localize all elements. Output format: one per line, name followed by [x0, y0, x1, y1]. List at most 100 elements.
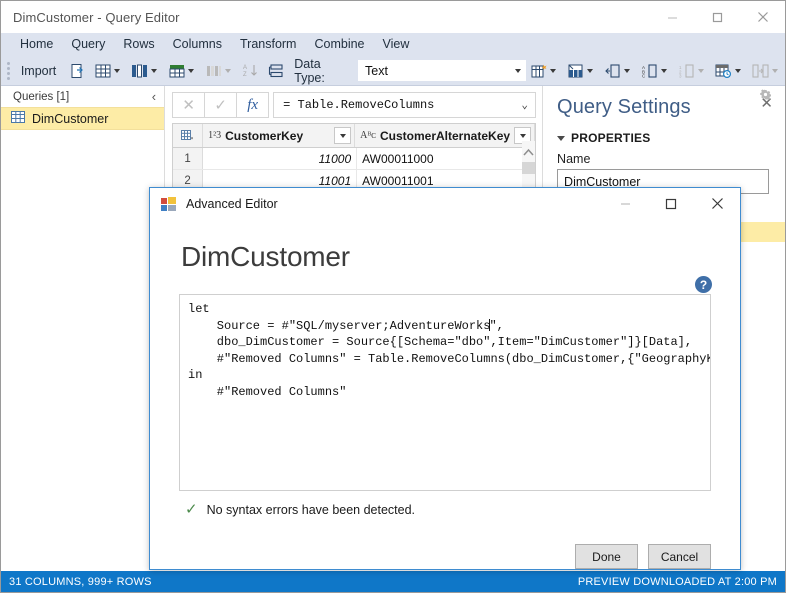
dialog-body: DimCustomer ? let Source = #"SQL/myserve… — [150, 219, 740, 523]
code-line-4: #"Removed Columns" = Table.RemoveColumns… — [188, 351, 711, 366]
queries-header-label: Queries [1] — [13, 91, 70, 103]
table-row[interactable]: 1 11000 AW00011000 — [173, 148, 536, 170]
chevron-down-icon[interactable] — [624, 68, 630, 73]
select-all-columns-button[interactable] — [173, 124, 204, 147]
remove-columns-button[interactable] — [127, 58, 164, 83]
close-button[interactable] — [740, 1, 785, 33]
keep-rows-icon — [167, 61, 186, 80]
merge-columns-button[interactable] — [563, 58, 600, 83]
query-settings-header: Query Settings ✕ — [543, 86, 785, 119]
formula-input[interactable]: = Table.RemoveColumns ⌄ — [273, 92, 537, 118]
formula-input-value: = Table.RemoveColumns — [283, 98, 435, 112]
keep-rows-button[interactable] — [164, 58, 201, 83]
tab-columns[interactable]: Columns — [164, 33, 231, 56]
query-settings-title: Query Settings — [557, 96, 691, 118]
dialog-maximize-button[interactable] — [648, 188, 694, 219]
chevron-down-icon[interactable] — [114, 68, 121, 73]
code-line-2b: ", — [489, 318, 504, 333]
chevron-down-icon[interactable] — [515, 68, 521, 73]
chevron-down-icon[interactable] — [151, 68, 158, 73]
open-file-icon — [68, 61, 87, 80]
transform-text-button[interactable] — [600, 58, 637, 83]
code-line-5: in — [188, 368, 203, 382]
column-filter-button[interactable] — [334, 127, 352, 144]
chevron-down-icon[interactable] — [188, 68, 195, 73]
row-number: 1 — [173, 148, 204, 169]
maximize-button[interactable] — [695, 1, 740, 33]
dialog-window-controls — [602, 188, 740, 219]
code-line-6: #"Removed Columns" — [188, 384, 347, 399]
name-label: Name — [557, 152, 591, 166]
syntax-status-message: No syntax errors have been detected. — [206, 503, 416, 517]
import-label: Import — [20, 63, 57, 78]
chevron-down-icon[interactable] — [550, 68, 556, 73]
column-type-text-icon: Aᴮᴄ — [360, 130, 376, 141]
formula-bar: ✕ ✓ fx = Table.RemoveColumns ⌄ — [172, 92, 537, 118]
status-left-text: 31 COLUMNS, 999+ ROWS — [9, 575, 152, 588]
open-file-button[interactable] — [65, 58, 90, 83]
chevron-down-icon[interactable] — [587, 68, 593, 73]
chevron-down-icon — [772, 68, 778, 73]
number-column-icon: 123 — [677, 61, 696, 80]
minimize-button[interactable] — [650, 1, 695, 33]
column-header-customeralternatekey[interactable]: Aᴮᴄ CustomerAlternateKey — [355, 124, 536, 147]
scroll-up-icon[interactable] — [522, 143, 535, 161]
done-button[interactable]: Done — [575, 544, 638, 569]
chevron-down-icon — [225, 68, 232, 73]
tab-home[interactable]: Home — [11, 33, 62, 56]
dialog-title: Advanced Editor — [186, 196, 278, 211]
tab-transform[interactable]: Transform — [231, 33, 306, 56]
status-bar: 31 COLUMNS, 999+ ROWS PREVIEW DOWNLOADED… — [1, 571, 785, 592]
formula-accept-icon[interactable]: ✓ — [204, 92, 237, 118]
tab-view[interactable]: View — [374, 33, 419, 56]
import-button[interactable]: Import — [14, 58, 65, 83]
toolbar-grip — [5, 61, 12, 80]
cancel-button[interactable]: Cancel — [648, 544, 711, 569]
sort-ascending-button: AZ — [238, 58, 263, 83]
remove-columns-icon — [130, 61, 149, 80]
help-icon[interactable]: ? — [695, 276, 712, 293]
cell-customeralternatekey[interactable]: AW00011000 — [357, 148, 536, 169]
tab-combine[interactable]: Combine — [305, 33, 373, 56]
chevron-down-icon[interactable] — [557, 135, 566, 141]
chevron-down-icon[interactable] — [661, 68, 667, 73]
formula-cancel-icon[interactable]: ✕ — [172, 92, 205, 118]
tab-query[interactable]: Query — [62, 33, 114, 56]
column-header-label: CustomerKey — [225, 128, 304, 143]
window-title: DimCustomer - Query Editor — [13, 9, 180, 25]
properties-section-header[interactable]: PROPERTIES — [543, 119, 785, 145]
dialog-action-buttons: Done Cancel — [150, 523, 740, 569]
merge-columns-icon — [566, 61, 585, 80]
query-list-item-label: DimCustomer — [32, 111, 109, 126]
scrollbar-thumb[interactable] — [522, 162, 536, 174]
new-column-icon — [529, 61, 548, 80]
insert-column-button[interactable] — [526, 58, 563, 83]
choose-columns-button[interactable] — [90, 58, 127, 83]
collapse-pane-icon[interactable]: ‹ — [152, 90, 156, 103]
remove-rows-icon — [204, 61, 223, 80]
dialog-minimize-button[interactable] — [602, 188, 648, 219]
remove-rows-button — [201, 58, 238, 83]
tab-rows[interactable]: Rows — [114, 33, 163, 56]
expand-column-icon — [751, 61, 770, 80]
code-line-2a: Source = #"SQL/myserver;AdventureWorks — [188, 318, 491, 333]
split-column-button[interactable] — [263, 58, 288, 83]
column-header-customerkey[interactable]: 1²3 CustomerKey — [203, 124, 356, 147]
transform-number-button[interactable]: ABC — [637, 58, 674, 83]
chevron-down-icon[interactable]: ⌄ — [521, 98, 528, 112]
abc-column-icon: ABC — [640, 61, 659, 80]
date-time-button[interactable] — [711, 58, 748, 83]
svg-text:3: 3 — [679, 73, 682, 78]
query-list-item-dimcustomer[interactable]: DimCustomer — [1, 107, 165, 130]
table-icon — [11, 110, 25, 128]
svg-text:A: A — [243, 65, 247, 71]
data-grid-header: 1²3 CustomerKey Aᴮᴄ CustomerAlternateKey — [173, 124, 536, 148]
queries-pane: Queries [1] ‹ DimCustomer — [1, 86, 166, 570]
data-type-dropdown[interactable]: Text — [358, 60, 526, 81]
chevron-down-icon[interactable] — [735, 68, 741, 73]
gear-icon[interactable] — [760, 89, 772, 103]
cell-customerkey[interactable]: 11000 — [203, 148, 358, 169]
formula-fx-icon[interactable]: fx — [236, 92, 270, 118]
dialog-close-button[interactable] — [694, 188, 740, 219]
query-code-editor[interactable]: let Source = #"SQL/myserver;AdventureWor… — [179, 294, 711, 491]
